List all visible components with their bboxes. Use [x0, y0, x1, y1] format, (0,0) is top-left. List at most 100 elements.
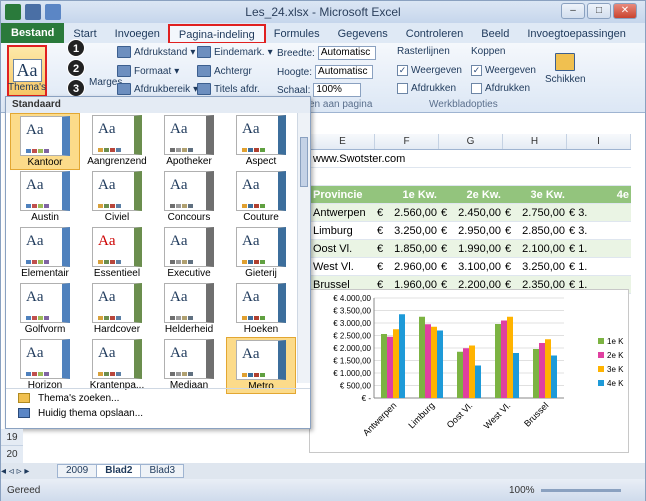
value-cell[interactable]: €1.850,00	[375, 240, 439, 257]
tab-beeld[interactable]: Beeld	[472, 25, 518, 43]
theme-item[interactable]: Aa Golfvorm	[10, 281, 80, 338]
value-cell[interactable]: € 3.	[567, 222, 631, 239]
header-cell[interactable]: 2e Kw.	[439, 186, 503, 203]
bar[interactable]	[419, 316, 425, 398]
col-e[interactable]: E	[311, 134, 375, 149]
header-cell[interactable]: 3e Kw.	[503, 186, 567, 203]
theme-item[interactable]: Aa Couture	[226, 169, 296, 226]
scroll-thumb[interactable]	[300, 137, 308, 187]
url-cell[interactable]: www.Swotster.com	[311, 150, 511, 167]
theme-item[interactable]: Aa Hoeken	[226, 281, 296, 338]
province-cell[interactable]: West Vl.	[311, 258, 375, 275]
gridlines-print-checkbox[interactable]: Afdrukken	[397, 83, 456, 94]
theme-item[interactable]: Aa Aangrenzend	[82, 113, 152, 170]
bar[interactable]	[463, 348, 469, 398]
theme-item[interactable]: Aa Krantenpa...	[82, 337, 152, 394]
theme-item[interactable]: Aa Helderheid	[154, 281, 224, 338]
sheet-tab-blad2[interactable]: Blad2	[96, 464, 142, 478]
orientation-button[interactable]: Afdrukstand ▾	[117, 46, 195, 58]
size-button[interactable]: Formaat ▾	[117, 65, 179, 77]
value-cell[interactable]: €3.100,00	[439, 258, 503, 275]
value-cell[interactable]: €2.950,00	[439, 222, 503, 239]
value-cell[interactable]: € 1.	[567, 258, 631, 275]
col-h[interactable]: H	[503, 134, 567, 149]
breaks-button[interactable]: Eindemark. ▾	[197, 46, 273, 58]
bar[interactable]	[495, 324, 501, 398]
zoom-level[interactable]: 100%	[509, 485, 535, 496]
theme-item[interactable]: Aa Concours	[154, 169, 224, 226]
value-cell[interactable]: €2.960,00	[375, 258, 439, 275]
height-combo[interactable]: Automatisc	[315, 65, 374, 79]
value-cell[interactable]: €2.750,00	[503, 204, 567, 221]
theme-item[interactable]: Aa Executive	[154, 225, 224, 282]
value-cell[interactable]: €3.250,00	[503, 258, 567, 275]
theme-item[interactable]: Aa Elementair	[10, 225, 80, 282]
theme-item[interactable]: Aa Kantoor	[10, 113, 80, 170]
bar[interactable]	[513, 353, 519, 398]
bar[interactable]	[431, 326, 437, 398]
value-cell[interactable]: € 3.	[567, 204, 631, 221]
sheet-tab-blad3[interactable]: Blad3	[140, 464, 185, 478]
col-i[interactable]: I	[567, 134, 631, 149]
tab-pagina-indeling[interactable]: Pagina-indeling	[167, 24, 266, 44]
value-cell[interactable]: €2.450,00	[439, 204, 503, 221]
province-cell[interactable]: Limburg	[311, 222, 375, 239]
arrange-button[interactable]: Schikken	[545, 53, 586, 85]
bar[interactable]	[475, 365, 481, 399]
tab-bestand[interactable]: Bestand	[1, 23, 65, 43]
browse-themes-item[interactable]: Thema's zoeken...	[6, 389, 310, 404]
theme-item[interactable]: Aa Civiel	[82, 169, 152, 226]
header-cell[interactable]: Provincie	[311, 186, 375, 203]
theme-item[interactable]: Aa Mediaan	[154, 337, 224, 394]
headings-view-checkbox[interactable]: ✓ Weergeven	[471, 65, 536, 76]
value-cell[interactable]: €2.100,00	[503, 240, 567, 257]
header-cell[interactable]: 1e Kw.	[375, 186, 439, 203]
tab-gegevens[interactable]: Gegevens	[329, 25, 397, 43]
col-g[interactable]: G	[439, 134, 503, 149]
gallery-scrollbar[interactable]	[297, 113, 310, 383]
bar-chart[interactable]: € 4.000,00 € 3.500,00 € 3.000,00 € 2.500,00…	[309, 289, 629, 453]
bar[interactable]	[381, 334, 387, 398]
tab-invoegen[interactable]: Invoegen	[106, 25, 169, 43]
province-cell[interactable]: Oost Vl.	[311, 240, 375, 257]
theme-item[interactable]: Aa Gieterij	[226, 225, 296, 282]
theme-item[interactable]: Aa Essentieel	[82, 225, 152, 282]
save-theme-item[interactable]: Huidig thema opslaan...	[6, 404, 310, 419]
maximize-button[interactable]: □	[587, 3, 611, 19]
bar[interactable]	[501, 320, 507, 399]
print-titles-button[interactable]: Titels afdr.	[197, 83, 260, 95]
bar[interactable]	[533, 349, 539, 398]
gridlines-view-checkbox[interactable]: ✓ Weergeven	[397, 65, 462, 76]
zoom-slider[interactable]	[541, 489, 621, 492]
theme-item[interactable]: Aa Hardcover	[82, 281, 152, 338]
sheet-tab-2009[interactable]: 2009	[57, 464, 98, 478]
value-cell[interactable]: €1.990,00	[439, 240, 503, 257]
value-cell[interactable]: €2.850,00	[503, 222, 567, 239]
bar[interactable]	[545, 339, 551, 398]
scale-spinner[interactable]: 100%	[313, 83, 362, 97]
width-combo[interactable]: Automatisc	[317, 46, 376, 60]
theme-item[interactable]: Aa Aspect	[226, 113, 296, 170]
value-cell[interactable]: €2.560,00	[375, 204, 439, 221]
tab-nav-arrows[interactable]: ◂ ◃ ▹ ▸	[1, 466, 57, 477]
headings-print-checkbox[interactable]: Afdrukken	[471, 83, 530, 94]
bar[interactable]	[457, 351, 463, 398]
bar[interactable]	[437, 330, 443, 399]
row-number[interactable]: 19	[1, 429, 23, 446]
bar[interactable]	[551, 355, 557, 399]
close-button[interactable]: ✕	[613, 3, 637, 19]
col-f[interactable]: F	[375, 134, 439, 149]
minimize-button[interactable]: –	[561, 3, 585, 19]
bar[interactable]	[387, 336, 393, 398]
theme-item[interactable]: Aa Horizon	[10, 337, 80, 394]
themes-button[interactable]: Aa Thema's	[7, 45, 47, 97]
value-cell[interactable]: € 1.	[567, 240, 631, 257]
tab-formules[interactable]: Formules	[265, 25, 329, 43]
background-button[interactable]: Achtergr	[197, 65, 252, 77]
header-cell[interactable]: 4e	[567, 186, 631, 203]
bar[interactable]	[539, 343, 545, 398]
tab-invoegtoepassingen[interactable]: Invoegtoepassingen	[518, 25, 634, 43]
row-number[interactable]: 20	[1, 446, 23, 463]
theme-item[interactable]: Aa Austin	[10, 169, 80, 226]
bar[interactable]	[425, 324, 431, 398]
